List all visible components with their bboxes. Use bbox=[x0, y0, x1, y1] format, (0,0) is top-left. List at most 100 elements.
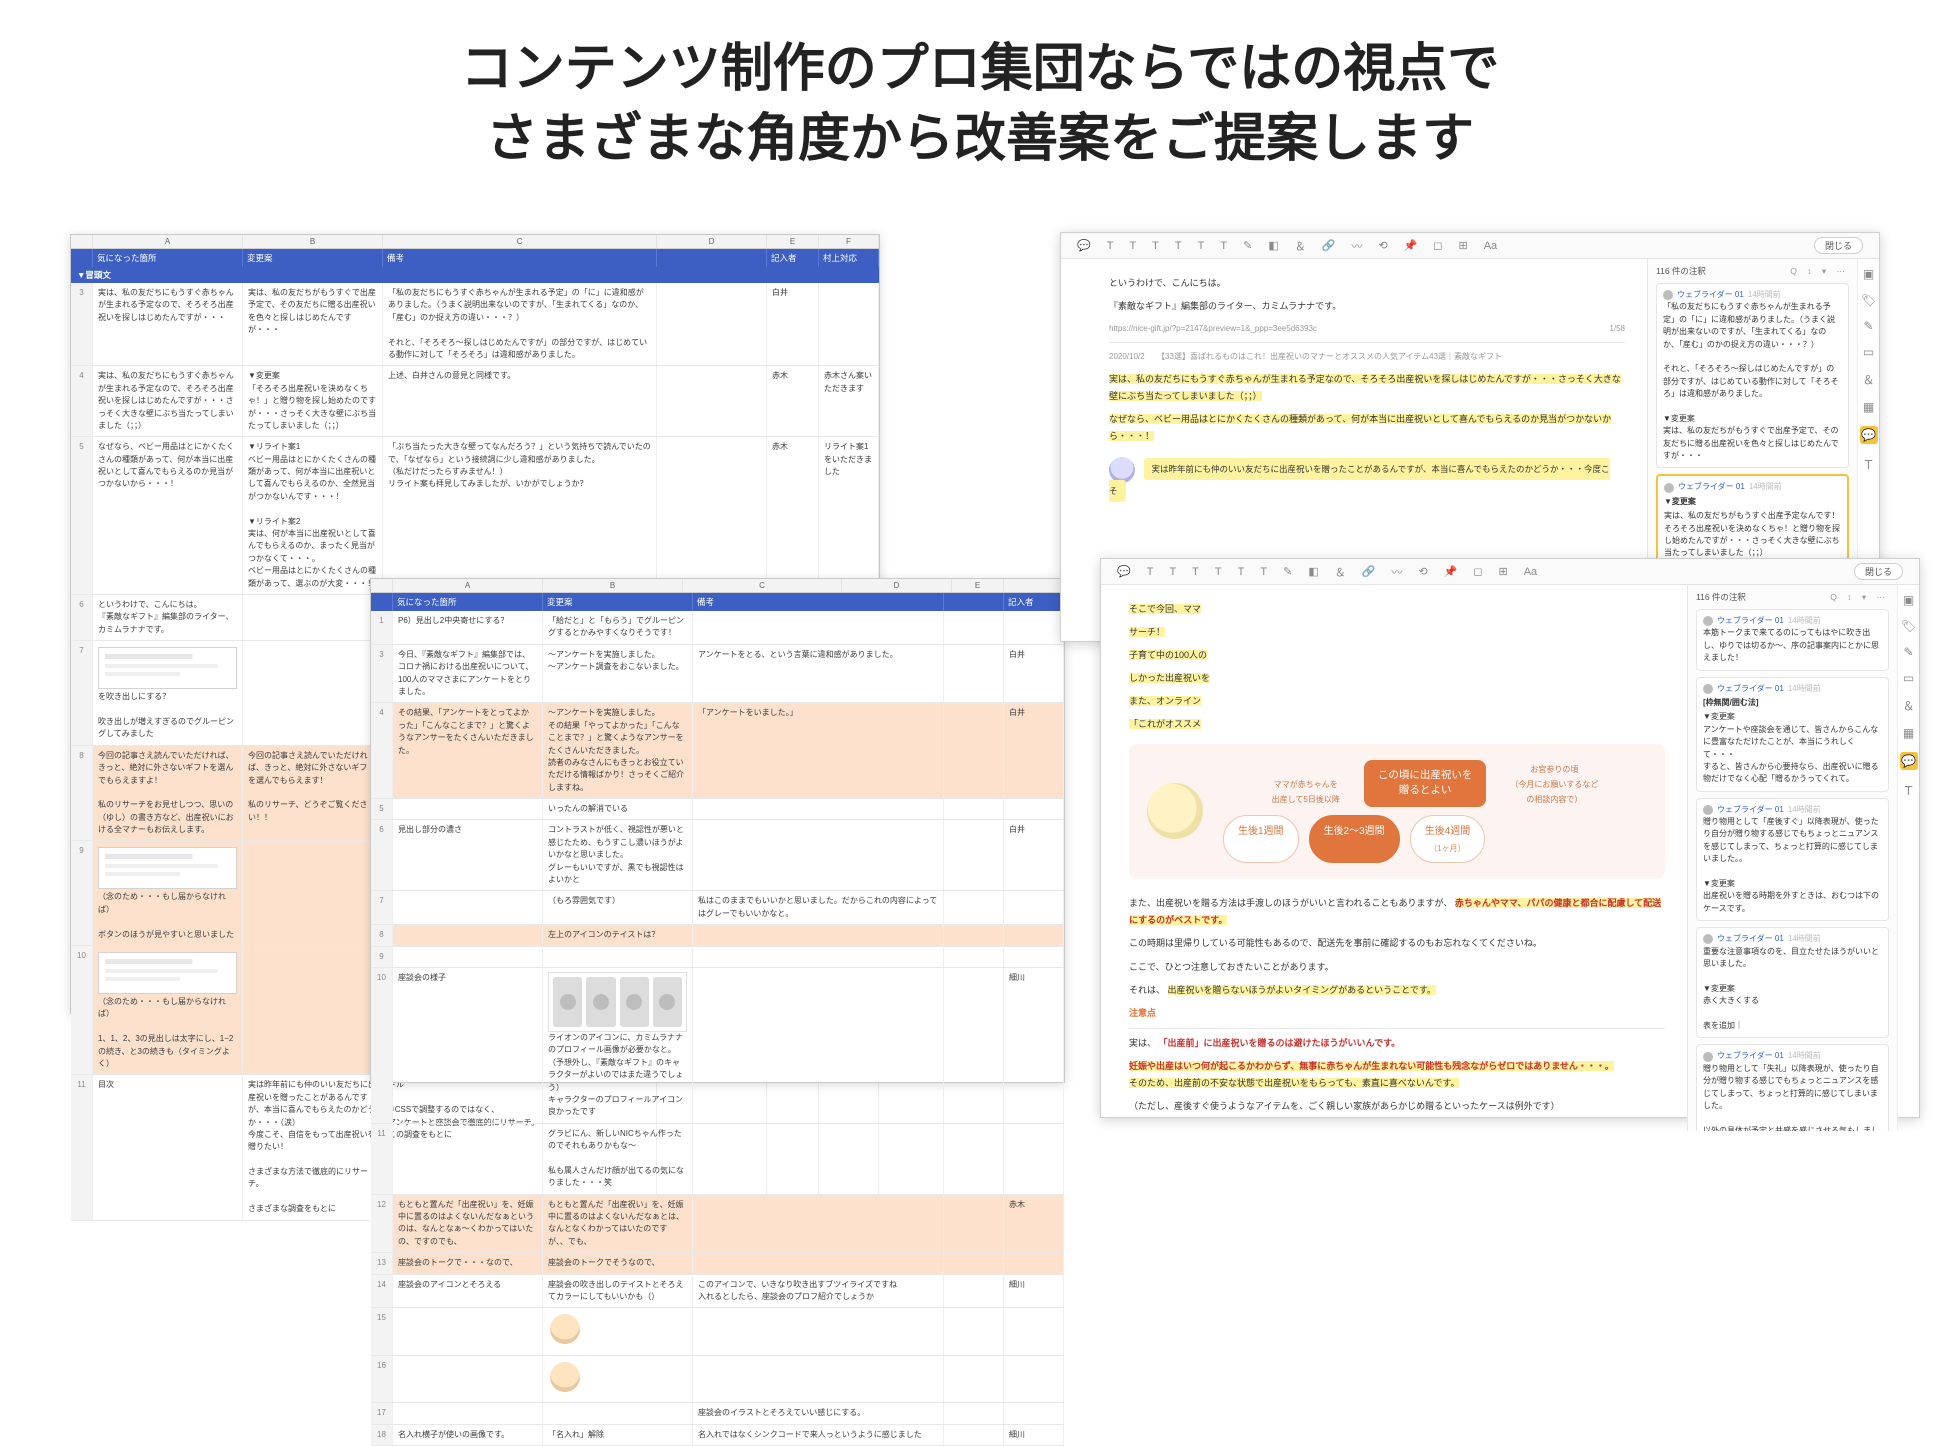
toolbar-icon[interactable]: 🔗 bbox=[1362, 565, 1376, 578]
toolbar-icon[interactable]: Aa bbox=[1484, 240, 1497, 252]
sheet-row[interactable]: 5 なぜなら、ベビー用品はとにかくたくさんの種類があって、何が本当に出産祝いとし… bbox=[71, 437, 879, 595]
highlighted-text: なぜなら、ベビー用品はとにかくたくさんの種類があって、何が本当に出産祝いとして喜… bbox=[1109, 414, 1611, 441]
sheet-row[interactable]: 10 座談会の様子 ライオンのアイコンに、カミムラナナのプロフィール画像が必要か… bbox=[371, 968, 1064, 1124]
article-breadcrumb: 【33選】喜ばれるものはこれ！出産祝いのマナーとオススメの人気アイテム43選｜素… bbox=[1157, 352, 1502, 361]
toolbar-icon[interactable]: ◻ bbox=[1473, 565, 1482, 578]
sheet-row[interactable]: 3 今日、『素敵なギフト』編集部では、コロナ禍における出産祝いについて、100人… bbox=[371, 645, 1064, 704]
toolbar-icon[interactable]: T bbox=[1220, 240, 1227, 252]
toolbar-icon[interactable]: T bbox=[1169, 566, 1176, 578]
annotation-rail[interactable]: ▣ 🏷 ✎ ▭ ＆ ▦ 💬 Ｔ bbox=[1897, 585, 1919, 1131]
sheet-row[interactable]: 13 座談会のトークで・・・なので、 座談会のトークでそうなので、 bbox=[371, 1253, 1064, 1274]
toolbar-icon[interactable]: ✎ bbox=[1283, 565, 1292, 578]
close-button[interactable]: 閉じる bbox=[1814, 237, 1863, 254]
toolbar-icon[interactable]: ⟲ bbox=[1378, 239, 1387, 252]
rail-icon[interactable]: ✎ bbox=[1903, 645, 1913, 659]
annotation-note[interactable]: ウェブライダー 01 14時間前 本筋トークまで来てるのにってもはやに吹き出し、… bbox=[1696, 609, 1889, 671]
sheet-row[interactable]: 3 実は、私の友だちにもうすぐ赤ちゃんが生まれる予定なので、そろそろ出産祝いを探… bbox=[71, 283, 879, 366]
toolbar-icon[interactable]: ◻ bbox=[1433, 239, 1442, 252]
banner-small-left: ママが赤ちゃんを 出産して5日後以降 bbox=[1272, 777, 1340, 807]
rail-icon[interactable]: 💬 bbox=[1900, 752, 1918, 770]
article-text: また、出産祝いを贈る方法は手渡しのほうがいいと言われることもありますが、 bbox=[1129, 898, 1452, 908]
chick-icon bbox=[1147, 783, 1203, 839]
rail-icon[interactable]: ✎ bbox=[1863, 319, 1873, 333]
sheet-row[interactable]: 15 bbox=[371, 1308, 1064, 1355]
toolbar-icon[interactable]: ⟲ bbox=[1418, 565, 1427, 578]
toolbar-icon[interactable]: T bbox=[1107, 240, 1114, 252]
toolbar-icon[interactable]: 〰 bbox=[1391, 564, 1402, 580]
toolbar-icon[interactable]: 〰 bbox=[1351, 238, 1362, 254]
rail-icon[interactable]: ▣ bbox=[1863, 267, 1874, 281]
rail-icon[interactable]: ▦ bbox=[1903, 726, 1914, 740]
toolbar-icon[interactable]: T bbox=[1175, 240, 1182, 252]
note-body: 贈り物用として「産後すぐ」以降表現が、使ったり自分が贈り物する感じでもちょっとニ… bbox=[1703, 816, 1882, 915]
toolbar-icon[interactable]: 🔗 bbox=[1322, 239, 1336, 252]
toolbar-icon[interactable]: ＆ bbox=[1335, 564, 1346, 580]
toolbar-icon[interactable]: Aa bbox=[1524, 566, 1537, 578]
note-author: ウェブライダー 01 14時間前 bbox=[1703, 683, 1882, 695]
close-button[interactable]: 閉じる bbox=[1854, 563, 1903, 580]
sheet-row[interactable]: 18 名入れ横子が使いの画像です。 「名入れ」解除 名入れではなくシンクコードで… bbox=[371, 1425, 1064, 1446]
toolbar-icon[interactable]: 💬 bbox=[1077, 239, 1091, 252]
notes-tools-icons[interactable]: Q ↕ ▾ ⋯ bbox=[1830, 592, 1889, 603]
sheet-row[interactable]: 9 bbox=[371, 947, 1064, 968]
toolbar-icon[interactable]: 📌 bbox=[1444, 565, 1458, 578]
sheet-row[interactable]: 16 bbox=[371, 1356, 1064, 1403]
sheet-row[interactable]: 7 （もろ雰囲気です） 私はこのままでもいいかと思いました。だからこれの内容によ… bbox=[371, 891, 1064, 925]
sheet-row[interactable]: 1 P6）見出し2中央寄せにする？ 「給だと」と「もらう」でグルーピングするとか… bbox=[371, 611, 1064, 645]
sheet-row[interactable]: 5 いったんの解消でいる bbox=[371, 799, 1064, 820]
annotation-toolbar[interactable]: 💬 T T T T T T ✎ ◧ ＆ 🔗 〰 ⟲ 📌 ◻ ⊞ Aa 閉じる bbox=[1061, 233, 1879, 259]
annotated-page-b: 💬TTTTTT✎◧＆🔗〰⟲📌◻⊞Aa 閉じる そこで今回、ママ サーチ！ 子育て… bbox=[1100, 558, 1920, 1118]
sheet-row[interactable]: 14 座談会のアイコンとそろえる 座談会の吹き出しのテイストとそろえてカラーにし… bbox=[371, 1275, 1064, 1309]
banner-small-right: お宮参りの頃 （今月にお願いするなど の相談内容で） bbox=[1510, 762, 1598, 808]
article-text: ここで、ひとつ注意しておきたいことがあります。 bbox=[1129, 959, 1665, 976]
article-date: 2020/10/2 bbox=[1109, 352, 1145, 361]
rail-icon[interactable]: 🏷 bbox=[1901, 619, 1916, 633]
toolbar-icon[interactable]: T bbox=[1215, 566, 1222, 578]
note-body: ▼変更案アンケートや座談会を通じて、皆さんからこんなに豊富なただけたことが、本当… bbox=[1703, 711, 1882, 785]
toolbar-icon[interactable]: ＆ bbox=[1295, 238, 1306, 254]
rail-icon[interactable]: ▣ bbox=[1903, 593, 1914, 607]
toolbar-icon[interactable]: 📌 bbox=[1404, 239, 1418, 252]
rail-icon[interactable]: Ｔ bbox=[1862, 456, 1874, 473]
note-body: 本筋トークまで来てるのにってもはやに吹き出し、ゆりでは切るか〜、序の記事案内にと… bbox=[1703, 627, 1882, 664]
annotation-note[interactable]: ウェブライダー 01 14時間前 「私の友だちにもうすぐ赤ちゃんが生まれる予定」… bbox=[1656, 283, 1849, 468]
banner-bubble: この頃に出産祝いを 贈るとよい bbox=[1364, 760, 1487, 808]
annotation-note[interactable]: ウェブライダー 01 14時間前 贈り物用として「失礼」以降表現が、使ったり自分… bbox=[1696, 1044, 1889, 1131]
toolbar-icon[interactable]: T bbox=[1238, 566, 1245, 578]
toolbar-icon[interactable]: 💬 bbox=[1117, 565, 1131, 578]
toolbar-icon[interactable]: ⊞ bbox=[1499, 565, 1508, 578]
toolbar-icon[interactable]: T bbox=[1192, 566, 1199, 578]
sheet-row[interactable]: 11 グラビにん、新しいNICちゃん作ったのでそれもありかもな〜私も属人さんだけ… bbox=[371, 1124, 1064, 1195]
toolbar-icon[interactable]: ◧ bbox=[1268, 239, 1278, 252]
sheet-row[interactable]: 12 もともと置んだ「出産祝い」を、妊娠中に置るのはよくないんだなぁというのは、… bbox=[371, 1195, 1064, 1254]
toolbar-icon[interactable]: T bbox=[1147, 566, 1154, 578]
sheet-row[interactable]: 8 左上のアイコンのテイストは？ bbox=[371, 925, 1064, 946]
rail-icon[interactable]: ▭ bbox=[1863, 345, 1874, 359]
sheet-row[interactable]: 4 実は、私の友だちにもうすぐ赤ちゃんが生まれる予定なので、そろそろ出産祝いを探… bbox=[71, 366, 879, 437]
rail-icon[interactable]: ▦ bbox=[1863, 400, 1874, 414]
toolbar-icon[interactable]: T bbox=[1129, 240, 1136, 252]
toolbar-icon[interactable]: T bbox=[1198, 240, 1205, 252]
sheet-a-header-row: 気になった箇所変更案備考記入者村上対応 bbox=[71, 249, 879, 267]
annotation-note[interactable]: ウェブライダー 01 14時間前 ▼変更案 実は、私の友だちがもうすぐ出産予定な… bbox=[1656, 474, 1849, 566]
toolbar-icon[interactable]: T bbox=[1260, 566, 1267, 578]
sheet-row[interactable]: 4 その結果、「アンケートをとってよかった」「こんなことまで？」と驚くようなアン… bbox=[371, 703, 1064, 799]
rail-icon[interactable]: ▭ bbox=[1903, 671, 1914, 685]
rail-icon[interactable]: ＆ bbox=[1862, 371, 1874, 388]
annotation-note[interactable]: ウェブライダー 01 14時間前 重要な注意事項なのを、目立たせたほうがいいと思… bbox=[1696, 927, 1889, 1038]
rail-icon[interactable]: Ｔ bbox=[1902, 782, 1914, 799]
note-body: 重要な注意事項なのを、目立たせたほうがいいと思いました。▼変更案赤く大きくする表… bbox=[1703, 946, 1882, 1033]
rail-icon[interactable]: 💬 bbox=[1860, 426, 1878, 444]
sheet-row[interactable]: 6 見出し部分の濃さ コントラストが低く、視認性が悪いと感じたため、もうすこし濃… bbox=[371, 820, 1064, 891]
toolbar-icon[interactable]: ✎ bbox=[1243, 239, 1252, 252]
sheet-row[interactable]: 17 座談会のイラストとそろえていい感じにする。 bbox=[371, 1403, 1064, 1424]
annotation-note[interactable]: ウェブライダー 01 14時間前 [枠無関/囲む法] ▼変更案アンケートや座談会… bbox=[1696, 677, 1889, 792]
toolbar-icon[interactable]: T bbox=[1152, 240, 1159, 252]
toolbar-icon[interactable]: ⊞ bbox=[1459, 239, 1468, 252]
notes-tools-icons[interactable]: Q ↕ ▾ ⋯ bbox=[1790, 266, 1849, 277]
toolbar-icon[interactable]: ◧ bbox=[1308, 565, 1318, 578]
annotation-toolbar[interactable]: 💬 T T T T T T ✎ ◧ ＆ 🔗 〰 ⟲ 📌 ◻ ⊞ Aa 閉じる bbox=[1101, 559, 1919, 585]
annotation-note[interactable]: ウェブライダー 01 14時間前 贈り物用として「産後すぐ」以降表現が、使ったり… bbox=[1696, 798, 1889, 922]
rail-icon[interactable]: 🏷 bbox=[1861, 293, 1876, 307]
rail-icon[interactable]: ＆ bbox=[1902, 697, 1914, 714]
